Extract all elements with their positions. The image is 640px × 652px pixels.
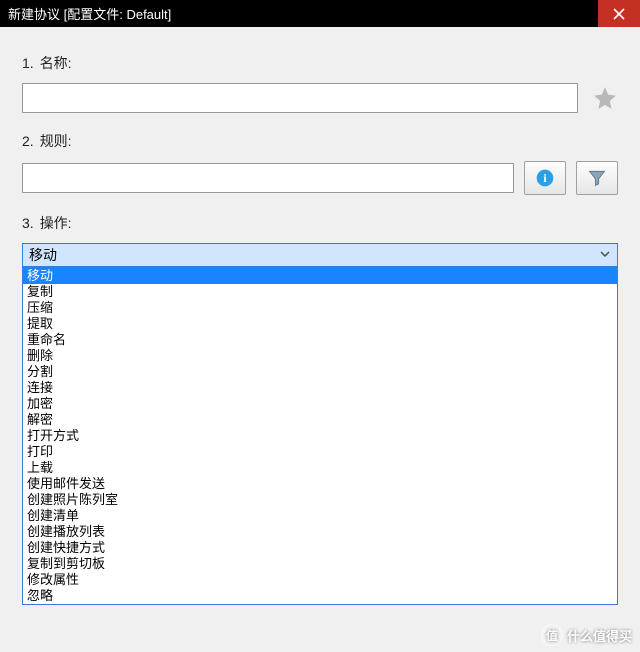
rule-label: 2.规则: bbox=[22, 131, 618, 151]
action-selected-value: 移动 bbox=[29, 245, 57, 265]
titlebar: 新建协议 [配置文件: Default] bbox=[0, 0, 640, 27]
action-option[interactable]: 加密 bbox=[23, 396, 617, 412]
close-button[interactable] bbox=[598, 0, 640, 27]
action-option[interactable]: 打印 bbox=[23, 444, 617, 460]
action-select[interactable]: 移动 bbox=[22, 243, 618, 267]
action-option[interactable]: 解密 bbox=[23, 412, 617, 428]
watermark-badge: 值 bbox=[541, 624, 563, 646]
action-option[interactable]: 创建快捷方式 bbox=[23, 540, 617, 556]
action-label: 3.操作: bbox=[22, 213, 618, 233]
action-option[interactable]: 连接 bbox=[23, 380, 617, 396]
action-option[interactable]: 分割 bbox=[23, 364, 617, 380]
action-option[interactable]: 创建播放列表 bbox=[23, 524, 617, 540]
dialog-content: 1.名称: 2.规则: i 3.操作: 移动 移动复制压缩提取重命名删除分割连接… bbox=[0, 27, 640, 267]
info-icon: i bbox=[535, 168, 555, 188]
action-option[interactable]: 重命名 bbox=[23, 332, 617, 348]
action-option[interactable]: 复制 bbox=[23, 284, 617, 300]
action-option[interactable]: 创建清单 bbox=[23, 508, 617, 524]
info-button[interactable]: i bbox=[524, 161, 566, 195]
action-option[interactable]: 提取 bbox=[23, 316, 617, 332]
action-option[interactable]: 删除 bbox=[23, 348, 617, 364]
action-option[interactable]: 复制到剪切板 bbox=[23, 556, 617, 572]
funnel-icon bbox=[587, 168, 607, 188]
name-label: 1.名称: bbox=[22, 53, 618, 73]
close-icon bbox=[613, 8, 625, 20]
rule-row: i bbox=[22, 161, 618, 195]
watermark-text: 什么值得买 bbox=[567, 626, 632, 645]
window-title: 新建协议 [配置文件: Default] bbox=[0, 4, 598, 23]
action-dropdown[interactable]: 移动复制压缩提取重命名删除分割连接加密解密打开方式打印上载使用邮件发送创建照片陈… bbox=[22, 267, 618, 605]
action-option[interactable]: 修改属性 bbox=[23, 572, 617, 588]
chevron-down-icon bbox=[599, 247, 611, 263]
action-option[interactable]: 上载 bbox=[23, 460, 617, 476]
name-input[interactable] bbox=[22, 83, 578, 113]
action-select-wrap: 移动 移动复制压缩提取重命名删除分割连接加密解密打开方式打印上载使用邮件发送创建… bbox=[22, 243, 618, 267]
favorite-button[interactable] bbox=[592, 85, 618, 111]
action-option[interactable]: 创建照片陈列室 bbox=[23, 492, 617, 508]
rule-input[interactable] bbox=[22, 163, 514, 193]
watermark: 值 什么值得买 bbox=[541, 624, 632, 646]
filter-button[interactable] bbox=[576, 161, 618, 195]
name-row bbox=[22, 83, 618, 113]
action-option[interactable]: 打开方式 bbox=[23, 428, 617, 444]
star-icon bbox=[592, 85, 618, 111]
action-option[interactable]: 忽略 bbox=[23, 588, 617, 604]
action-option[interactable]: 移动 bbox=[23, 268, 617, 284]
action-option[interactable]: 压缩 bbox=[23, 300, 617, 316]
action-option[interactable]: 使用邮件发送 bbox=[23, 476, 617, 492]
